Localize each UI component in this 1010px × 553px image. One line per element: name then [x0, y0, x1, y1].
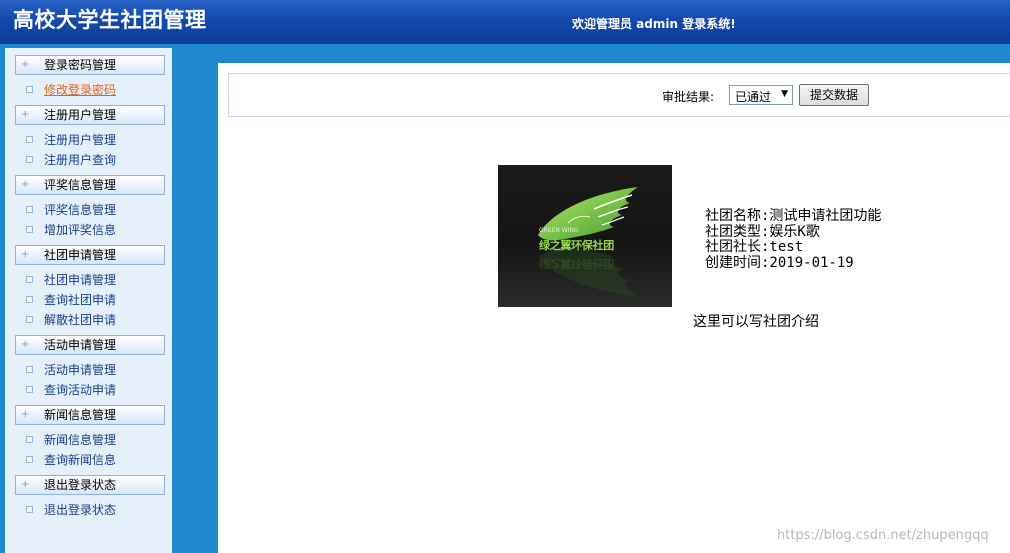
watermark: https://blog.csdn.net/zhupengqq	[777, 528, 989, 543]
menu-group-activities: + 活动申请管理 活动申请管理 查询活动申请	[15, 335, 165, 400]
sidebar-item-club-application-management[interactable]: 社团申请管理	[15, 270, 165, 290]
sidebar-item-add-award[interactable]: 增加评奖信息	[15, 220, 165, 240]
plus-icon: +	[21, 109, 30, 120]
bullet-icon	[26, 386, 33, 393]
sidebar-item-user-management[interactable]: 注册用户管理	[15, 130, 165, 150]
sidebar-menu: + 登录密码管理 修改登录密码 + 注册用户管理 注册用户管理 注册用户查询 +…	[5, 48, 172, 553]
sidebar-item-label: 解散社团申请	[44, 313, 117, 327]
menu-header-label: 注册用户管理	[44, 108, 117, 122]
menu-header-activities[interactable]: + 活动申请管理	[15, 335, 165, 355]
sidebar: + 登录密码管理 修改登录密码 + 注册用户管理 注册用户管理 注册用户查询 +…	[0, 44, 175, 553]
bullet-icon	[26, 436, 33, 443]
submit-button[interactable]: 提交数据	[799, 84, 869, 106]
club-president: 社团社长:test	[705, 239, 804, 255]
logo-wordmark: 绿之翼环保社团	[539, 239, 614, 252]
menu-header-label: 新闻信息管理	[44, 408, 117, 422]
plus-icon: +	[21, 179, 30, 190]
menu-header-label: 评奖信息管理	[44, 178, 117, 192]
sidebar-item-activity-management[interactable]: 活动申请管理	[15, 360, 165, 380]
club-details: 社团名称:测试申请社团功能 社团类型:娱乐K歌 社团社长:test 创建时间:2…	[705, 209, 881, 271]
main-content: 审批结果: 已通过 ▼ 提交数据 GREEN WING 绿之翼环保社团 绿之翼环…	[218, 63, 1010, 553]
menu-group-awards: + 评奖信息管理 评奖信息管理 增加评奖信息	[15, 175, 165, 240]
bullet-icon	[26, 296, 33, 303]
plus-icon: +	[21, 249, 30, 260]
app-title: 高校大学生社团管理	[13, 8, 207, 32]
bullet-icon	[26, 86, 33, 93]
frame-divider	[175, 44, 218, 553]
frame-top-bar	[175, 44, 1010, 63]
menu-group-logout: + 退出登录状态 退出登录状态	[15, 475, 165, 520]
sidebar-item-label: 新闻信息管理	[44, 433, 117, 447]
bullet-icon	[26, 366, 33, 373]
menu-header-label: 登录密码管理	[44, 58, 117, 72]
bullet-icon	[26, 506, 33, 513]
club-logo: GREEN WING 绿之翼环保社团 绿之翼环保社团	[498, 165, 672, 307]
menu-group-users: + 注册用户管理 注册用户管理 注册用户查询	[15, 105, 165, 170]
plus-icon: +	[21, 59, 30, 70]
sidebar-item-label: 修改登录密码	[44, 83, 117, 97]
bullet-icon	[26, 206, 33, 213]
sidebar-item-dissolve-club-application[interactable]: 解散社团申请	[15, 310, 165, 330]
club-introduction: 这里可以写社团介绍	[693, 314, 819, 330]
sidebar-item-label: 社团申请管理	[44, 273, 117, 287]
sidebar-item-query-activity[interactable]: 查询活动申请	[15, 380, 165, 400]
welcome-message: 欢迎管理员 admin 登录系统!	[572, 17, 736, 31]
plus-icon: +	[21, 339, 30, 350]
app-header: 高校大学生社团管理 欢迎管理员 admin 登录系统!	[0, 0, 1010, 44]
plus-icon: +	[21, 409, 30, 420]
sidebar-item-award-management[interactable]: 评奖信息管理	[15, 200, 165, 220]
club-created-date: 创建时间:2019-01-19	[705, 254, 854, 271]
bullet-icon	[26, 136, 33, 143]
menu-group-club-applications: + 社团申请管理 社团申请管理 查询社团申请 解散社团申请	[15, 245, 165, 330]
bullet-icon	[26, 316, 33, 323]
sidebar-item-query-news[interactable]: 查询新闻信息	[15, 450, 165, 470]
sidebar-item-query-club-application[interactable]: 查询社团申请	[15, 290, 165, 310]
logo-english-name: GREEN WING	[539, 227, 579, 234]
sidebar-item-label: 查询活动申请	[44, 383, 117, 397]
menu-header-logout[interactable]: + 退出登录状态	[15, 475, 165, 495]
menu-header-awards[interactable]: + 评奖信息管理	[15, 175, 165, 195]
sidebar-item-label: 查询新闻信息	[44, 453, 117, 467]
sidebar-item-label: 退出登录状态	[44, 503, 117, 517]
sidebar-item-label: 注册用户查询	[44, 153, 117, 167]
approval-result-label: 审批结果:	[662, 90, 715, 104]
approval-result-value: 已通过	[735, 90, 772, 104]
dropdown-arrow-icon: ▼	[781, 89, 788, 99]
club-name: 社团名称:测试申请社团功能	[705, 208, 882, 224]
menu-header-label: 退出登录状态	[44, 478, 117, 492]
menu-header-label: 社团申请管理	[44, 248, 117, 262]
bullet-icon	[26, 276, 33, 283]
menu-header-club-applications[interactable]: + 社团申请管理	[15, 245, 165, 265]
menu-group-news: + 新闻信息管理 新闻信息管理 查询新闻信息	[15, 405, 165, 470]
sidebar-item-logout[interactable]: 退出登录状态	[15, 500, 165, 520]
menu-header-password[interactable]: + 登录密码管理	[15, 55, 165, 75]
plus-icon: +	[21, 479, 30, 490]
menu-header-label: 活动申请管理	[44, 338, 117, 352]
green-wing-logo-icon	[538, 187, 638, 297]
bullet-icon	[26, 156, 33, 163]
sidebar-item-change-password[interactable]: 修改登录密码	[15, 80, 165, 100]
sidebar-item-label: 增加评奖信息	[44, 223, 117, 237]
sidebar-item-label: 注册用户管理	[44, 133, 117, 147]
approval-toolbar: 审批结果: 已通过 ▼ 提交数据	[228, 73, 1010, 117]
sidebar-item-label: 活动申请管理	[44, 363, 117, 377]
menu-group-password: + 登录密码管理 修改登录密码	[15, 55, 165, 100]
sidebar-item-news-management[interactable]: 新闻信息管理	[15, 430, 165, 450]
bullet-icon	[26, 456, 33, 463]
menu-header-users[interactable]: + 注册用户管理	[15, 105, 165, 125]
sidebar-item-label: 评奖信息管理	[44, 203, 117, 217]
sidebar-item-label: 查询社团申请	[44, 293, 117, 307]
menu-header-news[interactable]: + 新闻信息管理	[15, 405, 165, 425]
logo-reflection: 绿之翼环保社团	[539, 257, 614, 270]
bullet-icon	[26, 226, 33, 233]
club-type: 社团类型:娱乐K歌	[705, 223, 820, 240]
approval-result-select[interactable]: 已通过 ▼	[729, 85, 793, 105]
sidebar-item-user-query[interactable]: 注册用户查询	[15, 150, 165, 170]
